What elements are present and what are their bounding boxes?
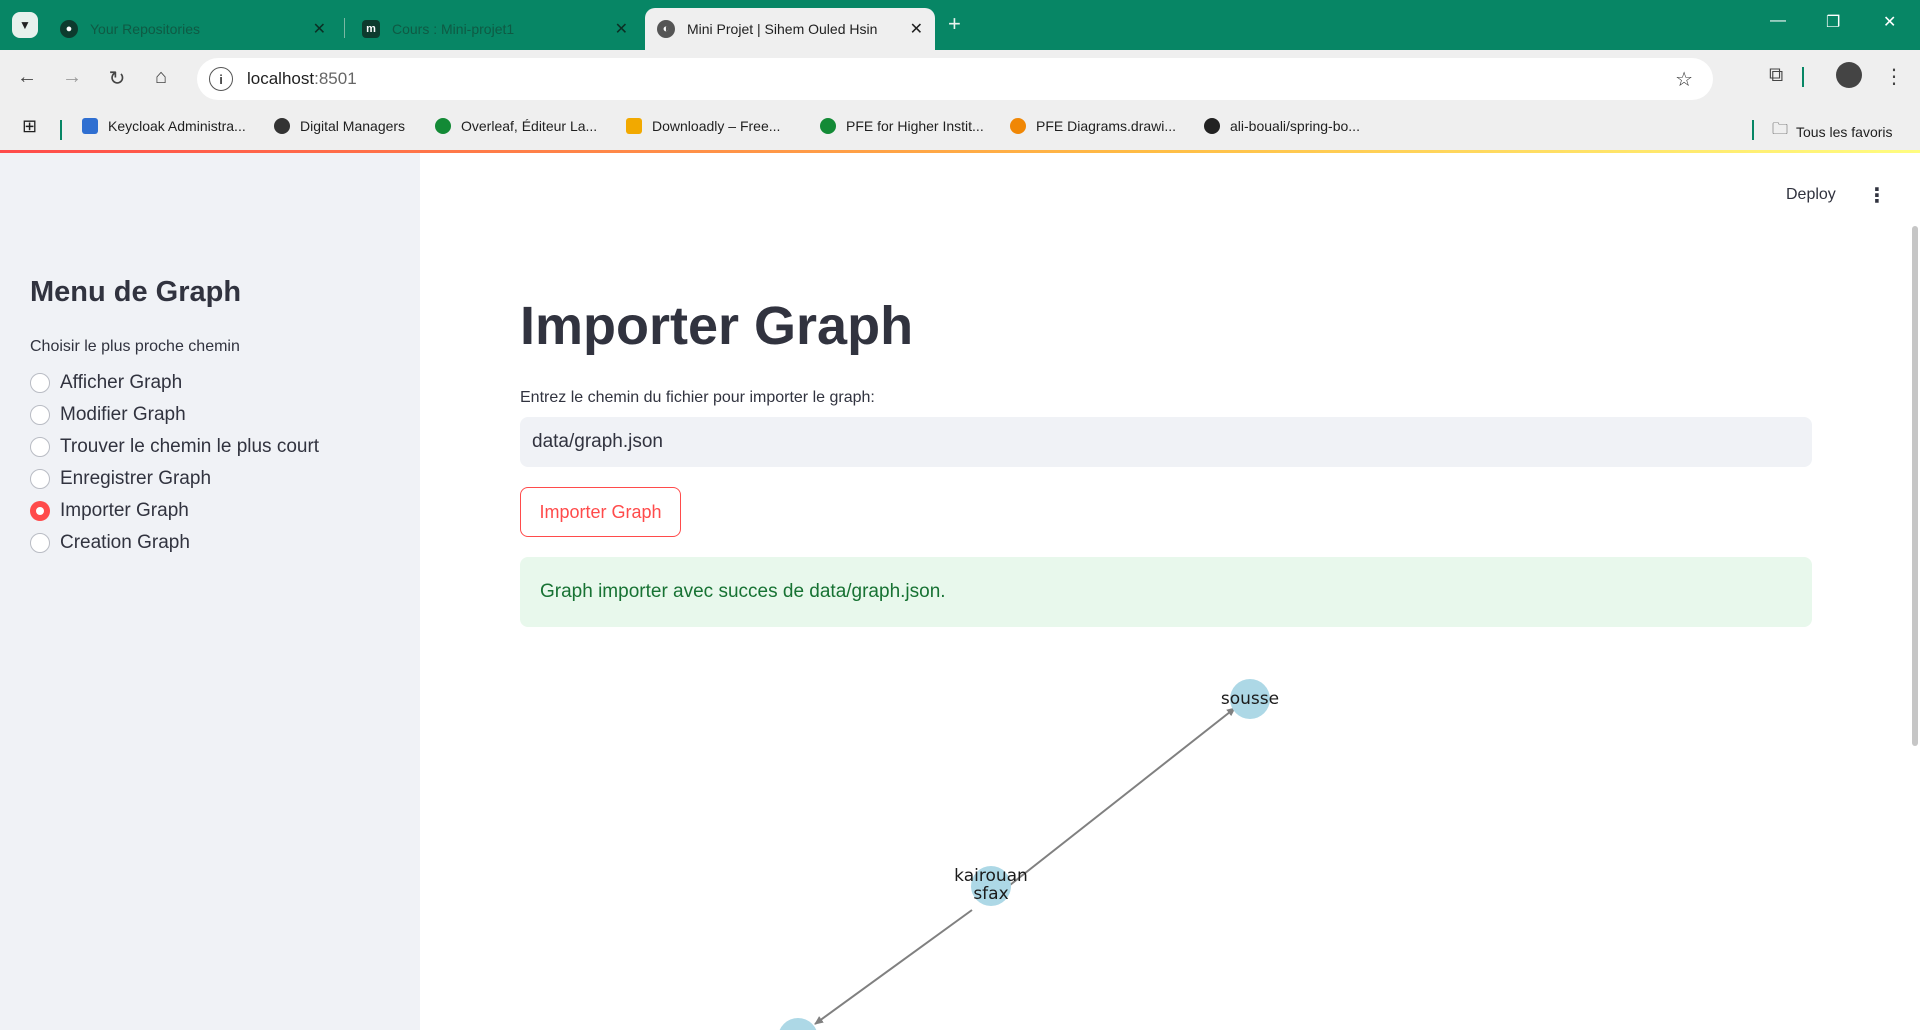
deploy-button[interactable]: Deploy	[1786, 186, 1836, 204]
tab-your-repositories[interactable]: ● Your Repositories ✕	[48, 8, 338, 50]
browser-tabstrip: ▼ ● Your Repositories ✕ m Cours : Mini-p…	[0, 0, 1920, 50]
radio-enregistrer-graph[interactable]: Enregistrer Graph	[30, 468, 211, 490]
bookmark-label: ali-bouali/spring-bo...	[1230, 118, 1360, 134]
main-menu-icon[interactable]: ⋮	[1867, 183, 1887, 208]
radio-circle[interactable]	[30, 469, 50, 489]
node-label: sousse	[1221, 689, 1279, 709]
minimize-icon[interactable]: —	[1770, 12, 1786, 30]
graph-node-bottom	[779, 1018, 817, 1030]
radio-label: Importer Graph	[60, 500, 189, 521]
radio-circle[interactable]	[30, 373, 50, 393]
bookmark-label: PFE for Higher Instit...	[846, 118, 984, 134]
tab-title: Mini Projet | Sihem Ouled Hsin	[687, 21, 878, 37]
new-tab-plus-icon[interactable]: +	[948, 11, 961, 37]
node-label: kairouan	[954, 866, 1028, 886]
radio-label: Trouver le chemin le plus court	[60, 436, 320, 457]
radio-label: Creation Graph	[60, 532, 190, 553]
forward-arrow-icon[interactable]: →	[59, 66, 85, 89]
reload-icon[interactable]: ↻	[104, 66, 130, 91]
graph-edge	[1009, 707, 1236, 886]
folder-icon: 🗀	[1772, 121, 1789, 138]
radio-afficher-graph[interactable]: Afficher Graph	[30, 372, 182, 394]
file-path-label: Entrez le chemin du fichier pour importe…	[520, 389, 875, 406]
back-arrow-icon[interactable]: ←	[14, 66, 40, 89]
bookmark-label: PFE Diagrams.drawi...	[1036, 118, 1177, 134]
close-icon[interactable]: ✕	[615, 19, 628, 39]
close-icon[interactable]: ✕	[313, 19, 326, 39]
profile-avatar[interactable]	[1836, 62, 1862, 88]
bookmarks-divider	[1752, 120, 1754, 140]
close-icon[interactable]: ✕	[910, 19, 923, 39]
restore-icon[interactable]: ❐	[1826, 12, 1840, 32]
extensions-puzzle-icon[interactable]: ⧉	[1769, 64, 1783, 87]
overleaf-icon	[820, 118, 836, 134]
radio-group-label: Choisir le plus proche chemin	[30, 338, 240, 355]
site-info-icon[interactable]: i	[209, 67, 233, 91]
tab-mini-projet[interactable]: ◐ Mini Projet | Sihem Ouled Hsin ✕	[645, 8, 935, 50]
url-text: localhost:8501	[247, 69, 357, 89]
apps-grid-icon[interactable]: ⊞	[22, 116, 37, 137]
home-icon[interactable]: ⌂	[148, 66, 174, 89]
bookmark-keycloak[interactable]: Keycloak Administra...	[82, 118, 246, 134]
bookmark-pfe-higher[interactable]: PFE for Higher Instit...	[820, 118, 984, 134]
all-bookmarks-label: Tous les favoris	[1796, 123, 1893, 140]
tab-divider	[344, 18, 345, 38]
tab-title: Cours : Mini-projet1	[392, 21, 515, 37]
radio-label: Modifier Graph	[60, 404, 186, 425]
success-alert: Graph importer avec succes de data/graph…	[520, 557, 1812, 627]
github-icon: ●	[60, 20, 78, 38]
node-label: sfax	[973, 884, 1008, 904]
radio-circle-selected[interactable]	[30, 501, 50, 521]
drawio-icon	[1010, 118, 1026, 134]
graph-plot: sousse kairouan sfax	[779, 679, 1279, 1030]
import-graph-button[interactable]: Importer Graph	[520, 487, 681, 537]
bookmark-pfe-diagrams[interactable]: PFE Diagrams.drawi...	[1010, 118, 1176, 134]
downloadly-icon	[626, 118, 642, 134]
radio-trouver-chemin[interactable]: Trouver le chemin le plus court	[30, 436, 319, 458]
all-bookmarks[interactable]: 🗀 Tous les favoris	[1772, 118, 1893, 145]
bookmark-label: Keycloak Administra...	[108, 118, 246, 134]
streamlit-avatar-icon: ◐	[657, 20, 675, 38]
radio-modifier-graph[interactable]: Modifier Graph	[30, 404, 186, 426]
bookmark-digital-managers[interactable]: Digital Managers	[274, 118, 405, 134]
radio-creation-graph[interactable]: Creation Graph	[30, 532, 190, 554]
bookmark-label: Overleaf, Éditeur La...	[461, 118, 598, 134]
sidebar: Menu de Graph Choisir le plus proche che…	[0, 153, 420, 1030]
bookmarks-divider	[60, 120, 62, 140]
page-title: Importer Graph	[520, 296, 914, 356]
browser-toolbar: ← → ↻ ⌂ i localhost:8501 ☆ ⧉ ⋮	[0, 50, 1920, 108]
keycloak-icon	[82, 118, 98, 134]
radio-importer-graph[interactable]: Importer Graph	[30, 500, 189, 522]
bookmarks-bar: ⊞ Keycloak Administra... Digital Manager…	[0, 108, 1920, 150]
tab-title: Your Repositories	[90, 21, 200, 37]
tab-cours-mini-projet[interactable]: m Cours : Mini-projet1 ✕	[350, 8, 640, 50]
tab-search-chevron-icon[interactable]: ▼	[12, 12, 38, 38]
overleaf-icon	[435, 118, 451, 134]
moodle-icon: m	[362, 20, 380, 38]
graph-edge	[814, 909, 973, 1025]
bookmark-star-icon[interactable]: ☆	[1675, 67, 1693, 92]
sidebar-title: Menu de Graph	[30, 276, 242, 308]
radio-label: Afficher Graph	[60, 372, 183, 393]
radio-circle[interactable]	[30, 405, 50, 425]
bookmark-overleaf[interactable]: Overleaf, Éditeur La...	[435, 118, 597, 134]
toolbar-divider	[1802, 67, 1804, 87]
radio-circle[interactable]	[30, 533, 50, 553]
file-path-input[interactable]	[520, 417, 1812, 467]
github-icon	[1204, 118, 1220, 134]
address-bar[interactable]: i localhost:8501 ☆	[197, 58, 1713, 100]
feather-icon	[274, 118, 290, 134]
url-host: localhost	[247, 69, 315, 88]
url-port: :8501	[314, 69, 357, 88]
bookmark-label: Downloadly – Free...	[652, 118, 781, 134]
bookmark-downloadly[interactable]: Downloadly – Free...	[626, 118, 780, 134]
browser-menu-icon[interactable]: ⋮	[1884, 64, 1904, 89]
bookmark-spring-boot[interactable]: ali-bouali/spring-bo...	[1204, 118, 1360, 134]
radio-label: Enregistrer Graph	[60, 468, 212, 489]
window-close-icon[interactable]: ✕	[1883, 12, 1896, 32]
scrollbar[interactable]	[1912, 226, 1918, 746]
bookmark-label: Digital Managers	[300, 118, 406, 134]
radio-circle[interactable]	[30, 437, 50, 457]
